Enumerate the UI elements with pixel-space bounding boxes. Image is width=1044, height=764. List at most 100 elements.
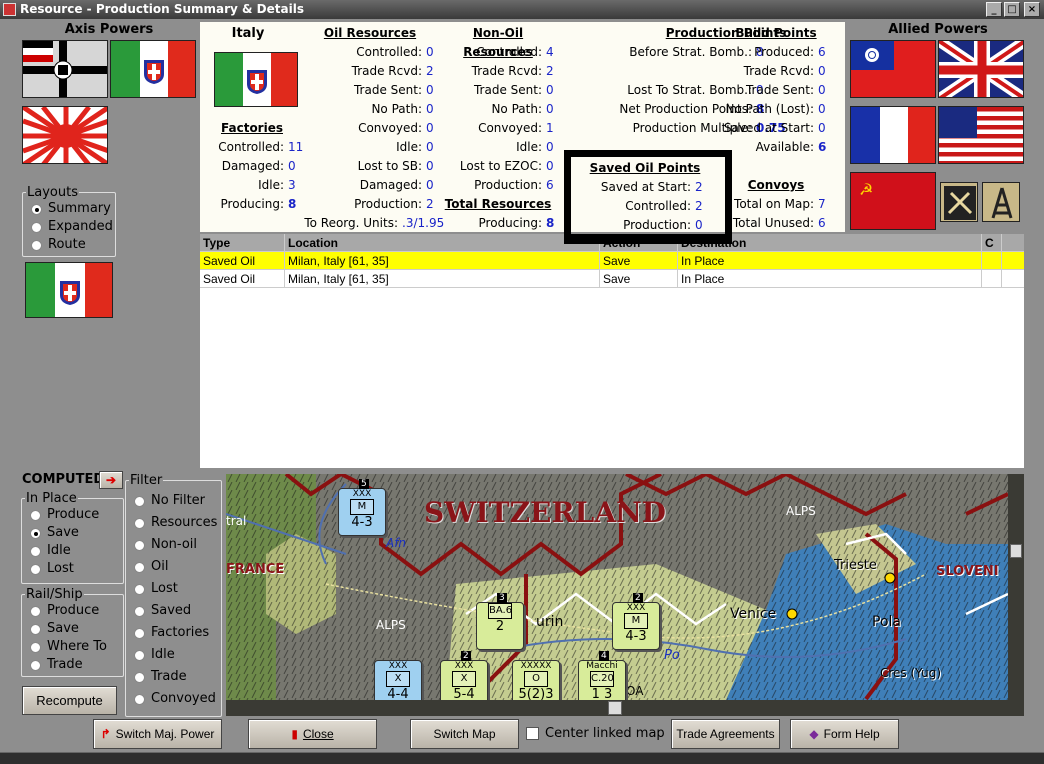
filter-option[interactable]: Convoyed: [126, 688, 221, 710]
filter-option[interactable]: Saved: [126, 600, 221, 622]
close-button[interactable]: ▮ Close: [248, 719, 377, 749]
radio-button[interactable]: [31, 239, 42, 251]
factories-heading: Factories: [221, 121, 283, 135]
in-place-option[interactable]: Produce: [22, 506, 123, 524]
unit-counter[interactable]: XXX X 4-4: [374, 660, 422, 700]
layout-option[interactable]: Summary: [23, 200, 115, 218]
unit-counter[interactable]: XXX M 4-3 5: [338, 479, 386, 536]
radio-button[interactable]: [30, 605, 41, 617]
horizontal-scroll-thumb[interactable]: [608, 701, 622, 715]
table-row[interactable]: Saved Oil Milan, Italy [61, 35] Save In Pla…: [200, 270, 1024, 288]
radio-button[interactable]: [134, 671, 145, 683]
rail-ship-option[interactable]: Trade: [22, 656, 123, 674]
filter-option[interactable]: Lost: [126, 578, 221, 600]
unit-symbol: M: [350, 499, 374, 515]
build-points-row: No Path (Lost): 0: [720, 100, 832, 119]
usa-flag[interactable]: [938, 106, 1024, 164]
filter-option[interactable]: Idle: [126, 644, 221, 666]
stat-label: Trade Rcvd:: [351, 64, 422, 78]
radio-button[interactable]: [134, 561, 145, 573]
filter-option[interactable]: Oil: [126, 556, 221, 578]
checkbox-box[interactable]: [526, 727, 539, 740]
oil-derrick-icon[interactable]: [982, 182, 1020, 222]
option-label: Saved: [151, 603, 192, 618]
non-oil-resources-row: Convoyed: 1: [436, 119, 560, 138]
radio-button[interactable]: [30, 563, 41, 575]
maximize-button[interactable]: □: [1004, 2, 1020, 17]
uk-flag[interactable]: [938, 40, 1024, 98]
radio-button[interactable]: [30, 641, 41, 653]
mine-icon[interactable]: [940, 182, 978, 222]
japan-flag[interactable]: [22, 106, 108, 164]
radio-button[interactable]: [30, 527, 41, 539]
switch-major-power-button[interactable]: ↱ Switch Maj. Power: [93, 719, 222, 749]
radio-button[interactable]: [134, 517, 145, 529]
italy-flag[interactable]: [110, 40, 196, 98]
filter-option[interactable]: No Filter: [126, 490, 221, 512]
column-header[interactable]: C: [982, 234, 1002, 251]
stat-label: Trade Sent:: [745, 83, 814, 97]
radio-button[interactable]: [134, 649, 145, 661]
in-place-option[interactable]: Lost: [22, 560, 123, 578]
stat-label: Trade Rcvd:: [743, 64, 814, 78]
radio-button[interactable]: [134, 693, 145, 705]
non-oil-resources-heading: Non-Oil Resources: [463, 26, 533, 59]
radio-button[interactable]: [134, 605, 145, 617]
computed-arrow-button[interactable]: ➔: [99, 471, 123, 489]
filter-option[interactable]: Factories: [126, 622, 221, 644]
in-place-option[interactable]: Idle: [22, 542, 123, 560]
rail-ship-option[interactable]: Save: [22, 620, 123, 638]
stat-label: Trade Sent:: [473, 83, 542, 97]
unit-counter[interactable]: XXX M 4-3 2: [612, 593, 660, 650]
radio-button[interactable]: [30, 509, 41, 521]
unit-counter[interactable]: BA.652 3: [476, 593, 524, 650]
stat-label: To Reorg. Units:: [304, 216, 398, 230]
stat-label: Produced:: [754, 45, 814, 59]
radio-button[interactable]: [134, 627, 145, 639]
rail-ship-group: Rail/Ship Produce Save Where To Trade: [21, 587, 124, 677]
allied-powers-title: Allied Powers: [888, 22, 988, 37]
germany-flag[interactable]: [22, 40, 108, 98]
radio-button[interactable]: [134, 539, 145, 551]
radio-button[interactable]: [30, 659, 41, 671]
option-label: Idle: [47, 543, 71, 558]
close-window-button[interactable]: ×: [1024, 2, 1040, 17]
column-header[interactable]: Type: [200, 234, 285, 251]
unit-counter[interactable]: XXXXX O 5(2)3: [512, 660, 560, 700]
map-label-oa: OA: [626, 684, 644, 698]
table-row[interactable]: Saved Oil Milan, Italy [61, 35] Save In Pla…: [200, 252, 1024, 270]
radio-button[interactable]: [134, 495, 145, 507]
switch-map-button[interactable]: Switch Map: [410, 719, 519, 749]
radio-button[interactable]: [134, 583, 145, 595]
form-help-button[interactable]: ◆ Form Help: [790, 719, 899, 749]
map-view[interactable]: SWITZERLAND ALPS ALPS FRANCE SLOVENI Tri…: [226, 474, 1008, 700]
minimize-button[interactable]: _: [986, 2, 1002, 17]
radio-button[interactable]: [30, 623, 41, 635]
filter-option[interactable]: Resources: [126, 512, 221, 534]
country-name: Italy: [231, 26, 265, 41]
radio-button[interactable]: [30, 545, 41, 557]
filter-option[interactable]: Trade: [126, 666, 221, 688]
map-vertical-scrollbar[interactable]: [1008, 474, 1024, 700]
layout-option[interactable]: Expanded: [23, 218, 115, 236]
unit-counter[interactable]: MacchiC.2001 3 4: [578, 651, 626, 700]
column-header[interactable]: Location: [285, 234, 600, 251]
unit-counter[interactable]: XXX X 5-4 2: [440, 651, 488, 700]
center-linked-map-checkbox[interactable]: Center linked map: [526, 726, 665, 741]
rail-ship-option[interactable]: Produce: [22, 602, 123, 620]
layout-option[interactable]: Route: [23, 236, 115, 254]
china-flag[interactable]: [850, 40, 936, 98]
vertical-scroll-thumb[interactable]: [1010, 544, 1022, 558]
radio-button[interactable]: [31, 221, 42, 233]
trade-agreements-button[interactable]: Trade Agreements: [671, 719, 780, 749]
rail-ship-option[interactable]: Where To: [22, 638, 123, 656]
ussr-flag[interactable]: ☭: [850, 172, 936, 230]
filter-option[interactable]: Non-oil: [126, 534, 221, 556]
radio-button[interactable]: [31, 203, 42, 215]
recompute-button[interactable]: Recompute: [22, 686, 117, 715]
build-points-row: Saved at Start: 0: [720, 119, 832, 138]
in-place-option[interactable]: Save: [22, 524, 123, 542]
france-flag[interactable]: [850, 106, 936, 164]
stat-label: Lost to SB:: [357, 159, 422, 173]
map-horizontal-scrollbar[interactable]: [226, 700, 1024, 716]
